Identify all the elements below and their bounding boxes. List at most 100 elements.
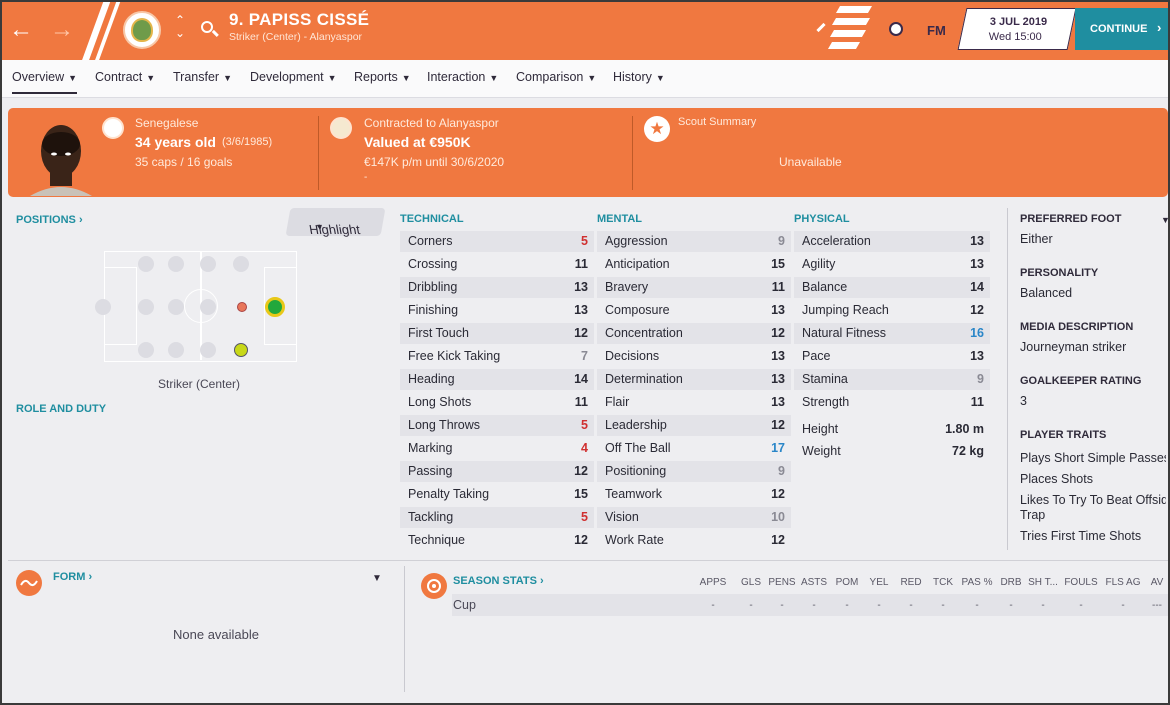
search-icon[interactable]	[201, 21, 213, 33]
tab-label: Transfer	[173, 70, 220, 84]
attribute-row[interactable]: Decisions 13	[597, 346, 791, 367]
positions-title[interactable]: POSITIONS ›	[16, 214, 83, 226]
attribute-row[interactable]: Vision 10	[597, 507, 791, 528]
attribute-row[interactable]: Natural Fitness 16	[794, 323, 990, 344]
tab-reports[interactable]: Reports ▼	[354, 70, 411, 84]
attribute-value: 16	[970, 326, 984, 340]
attribute-row[interactable]: Jumping Reach 12	[794, 300, 990, 321]
attribute-row[interactable]: Work Rate 12	[597, 530, 791, 551]
stat-column-header[interactable]: PAS %	[959, 577, 995, 588]
weight-value: 72 kg	[952, 444, 984, 458]
highlight-dropdown[interactable]: Highlight ▼	[285, 208, 386, 237]
attribute-row[interactable]: Flair 13	[597, 392, 791, 413]
attribute-row[interactable]: Long Throws 5	[400, 415, 594, 436]
position-dot	[200, 342, 216, 358]
attribute-row[interactable]: Pace 13	[794, 346, 990, 367]
stat-column-header[interactable]: PENS	[764, 577, 800, 588]
stat-value: -	[711, 600, 715, 611]
attribute-row[interactable]: First Touch 12	[400, 323, 594, 344]
attribute-row[interactable]: Bravery 11	[597, 277, 791, 298]
attribute-row[interactable]: Balance 14	[794, 277, 990, 298]
attribute-value: 13	[771, 372, 785, 386]
tab-contract[interactable]: Contract ▼	[95, 70, 155, 84]
stat-column-header[interactable]: APPS	[695, 577, 731, 588]
attribute-name: Free Kick Taking	[408, 349, 501, 363]
attribute-row[interactable]: Finishing 13	[400, 300, 594, 321]
forward-arrow-icon[interactable]: →	[50, 18, 74, 42]
attribute-row[interactable]: Stamina 9	[794, 369, 990, 390]
attribute-row[interactable]: Heading 14	[400, 369, 594, 390]
game-date[interactable]: 3 JUL 2019 Wed 15:00	[957, 8, 1077, 50]
attribute-name: Strength	[802, 395, 850, 409]
attribute-row[interactable]: Marking 4	[400, 438, 594, 459]
tab-development[interactable]: Development ▼	[250, 70, 337, 84]
attribute-row[interactable]: Determination 13	[597, 369, 791, 390]
attribute-row[interactable]: Strength 11	[794, 392, 990, 413]
stat-column-header[interactable]: FLS AG	[1105, 577, 1141, 588]
attribute-row[interactable]: Dribbling 13	[400, 277, 594, 298]
edit-icon[interactable]	[816, 22, 826, 33]
tab-history[interactable]: History ▼	[613, 70, 665, 84]
positions-label: POSITIONS	[16, 214, 76, 226]
stat-column-header[interactable]: DRB	[993, 577, 1029, 588]
chevron-down-icon[interactable]: ▼	[1161, 215, 1170, 225]
attribute-value: 11	[574, 395, 588, 409]
globe-icon[interactable]	[889, 22, 903, 36]
attribute-name: First Touch	[408, 326, 469, 340]
stat-column-header[interactable]: YEL	[861, 577, 897, 588]
attribute-row[interactable]: Penalty Taking 15	[400, 484, 594, 505]
club-badge-icon[interactable]	[330, 117, 352, 139]
attribute-row[interactable]: Acceleration 13	[794, 231, 990, 252]
chevron-down-icon: ▼	[146, 73, 156, 83]
chevron-down-icon: ▼	[223, 73, 232, 83]
chevron-down-icon[interactable]: ▼	[372, 573, 382, 584]
attribute-value: 17	[771, 441, 785, 455]
attribute-row[interactable]: Passing 12	[400, 461, 594, 482]
stat-column-header[interactable]: RED	[893, 577, 929, 588]
stat-column-header[interactable]: SH T...	[1025, 577, 1061, 588]
attribute-row[interactable]: Teamwork 12	[597, 484, 791, 505]
continue-button[interactable]: CONTINUE ›	[1075, 8, 1170, 50]
stat-column-header[interactable]: FOULS	[1063, 577, 1099, 588]
fm-logo[interactable]: FM	[927, 23, 946, 38]
attribute-row[interactable]: Crossing 11	[400, 254, 594, 275]
player-up-down-icon[interactable]: ⌃ ⌄	[175, 14, 185, 40]
attribute-row[interactable]: Off The Ball 17	[597, 438, 791, 459]
attribute-name: Penalty Taking	[408, 487, 490, 501]
tab-transfer[interactable]: Transfer ▼	[173, 70, 232, 84]
attribute-row[interactable]: Corners 5	[400, 231, 594, 252]
season-stats-title[interactable]: SEASON STATS ›	[453, 575, 544, 587]
club-crest-icon[interactable]	[123, 11, 161, 49]
mental-title: MENTAL	[597, 213, 643, 225]
attribute-row[interactable]: Composure 13	[597, 300, 791, 321]
attribute-value: 13	[970, 257, 984, 271]
attribute-row[interactable]: Anticipation 15	[597, 254, 791, 275]
attribute-row[interactable]: Positioning 9	[597, 461, 791, 482]
stat-value: -	[975, 600, 979, 611]
tab-label: Contract	[95, 70, 143, 84]
star-icon: ★	[644, 116, 670, 142]
player-photo	[30, 125, 92, 196]
attribute-row[interactable]: Long Shots 11	[400, 392, 594, 413]
attribute-row[interactable]: Leadership 12	[597, 415, 791, 436]
stat-column-header[interactable]: AV	[1150, 577, 1164, 588]
attribute-row[interactable]: Technique 12	[400, 530, 594, 551]
back-arrow-icon[interactable]: ←	[9, 18, 33, 42]
stat-column-header[interactable]: TCK	[925, 577, 961, 588]
attribute-row[interactable]: Agility 13	[794, 254, 990, 275]
attribute-value: 14	[970, 280, 984, 294]
tab-interaction[interactable]: Interaction ▼	[427, 70, 498, 84]
attribute-name: Tackling	[408, 510, 454, 524]
attribute-value: 13	[771, 349, 785, 363]
tab-overview[interactable]: Overview ▼	[12, 70, 78, 94]
attribute-row[interactable]: Concentration 12	[597, 323, 791, 344]
position-dot-competent	[234, 343, 248, 357]
form-title[interactable]: FORM ›	[53, 571, 92, 583]
stat-column-header[interactable]: POM	[829, 577, 865, 588]
stat-column-header[interactable]: ASTS	[796, 577, 832, 588]
attribute-row[interactable]: Free Kick Taking 7	[400, 346, 594, 367]
attribute-row[interactable]: Aggression 9	[597, 231, 791, 252]
attribute-row[interactable]: Tackling 5	[400, 507, 594, 528]
tab-comparison[interactable]: Comparison ▼	[516, 70, 596, 84]
tab-label: Interaction	[427, 70, 486, 84]
